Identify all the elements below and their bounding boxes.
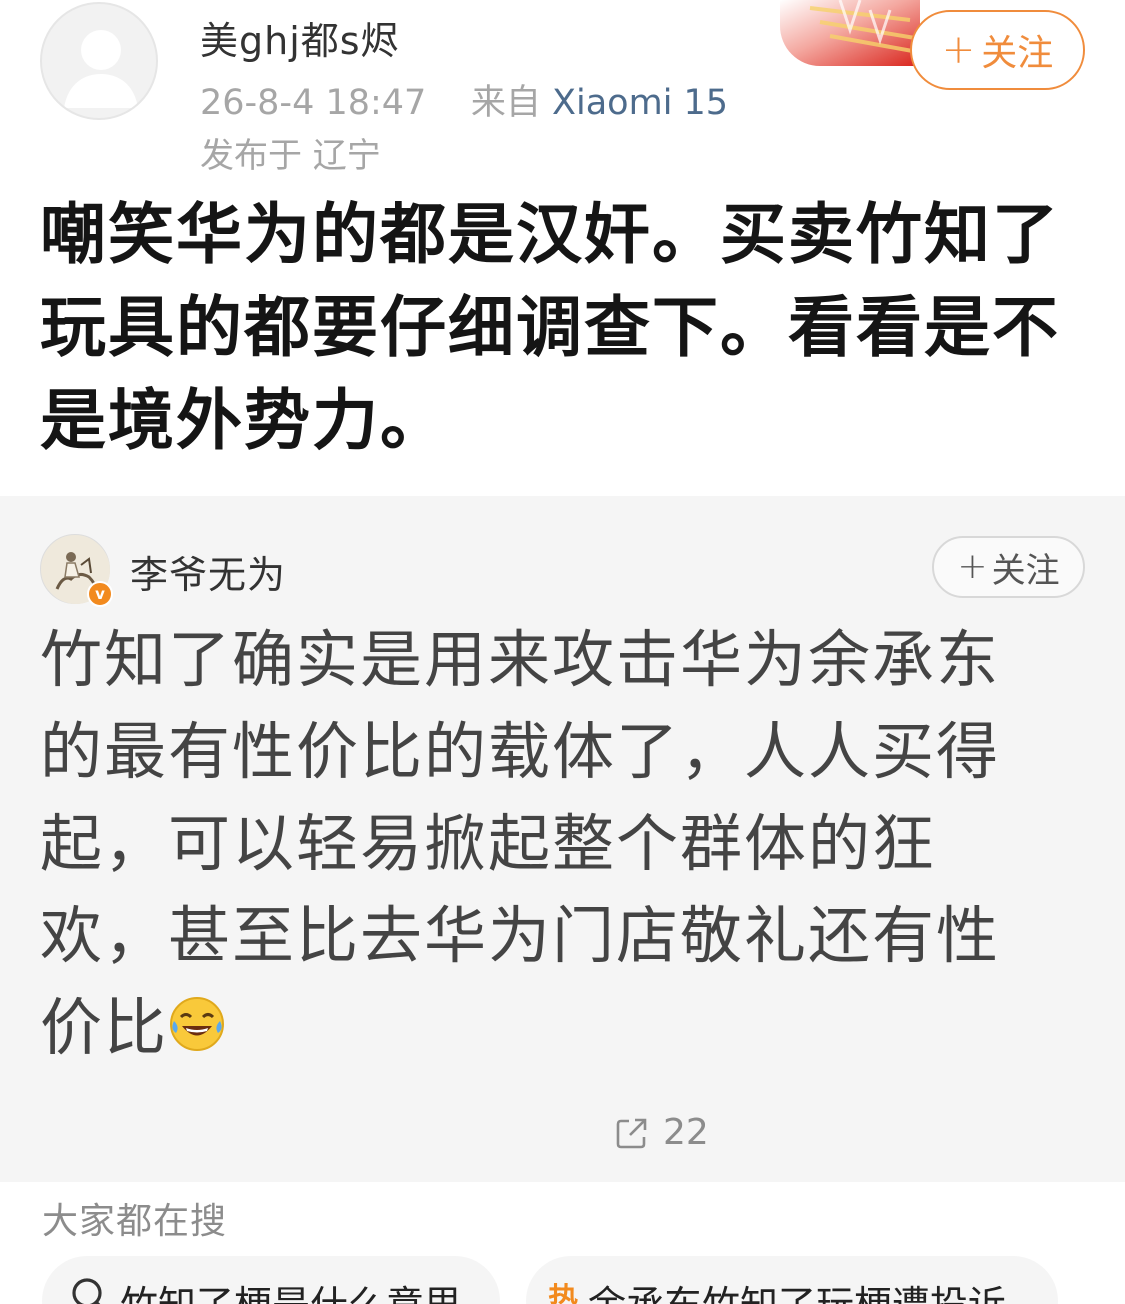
repost-text: 竹知了确实是用来攻击华为余承东的最有性价比的载体了，人人买得起，可以轻易掀起整个… [40,614,1040,1074]
hot-icon: 热 [548,1282,578,1304]
repost-follow-label: 关注 [991,550,1060,591]
default-avatar-icon [64,30,138,108]
plus-icon: + [957,546,988,587]
share-icon [616,1118,647,1148]
device-name[interactable]: Xiaomi 15 [552,83,728,123]
verified-badge-icon: v [87,581,113,607]
repost-follow-button[interactable]: + 关注 [932,536,1085,598]
author-name[interactable]: 美ghj都s烬 [200,10,400,65]
trending-search-item[interactable]: 竹知了梗是什么意思 [42,1256,500,1304]
source-prefix: 来自 [470,83,541,123]
trending-search-label: 余承东竹知了玩梗遭投诉 [588,1274,1006,1304]
follow-button[interactable]: + 关注 [910,10,1085,90]
author-avatar[interactable] [40,2,158,120]
search-icon [72,1278,102,1304]
share-action[interactable]: 22 [615,1112,709,1153]
laughing-tears-emoji-icon [170,997,225,1051]
post-meta: 26-8-4 18:47 来自 Xiaomi 15 [200,74,728,125]
repost-author-name[interactable]: 李爷无为 [130,544,286,599]
follow-label: 关注 [981,33,1054,74]
share-count: 22 [663,1112,709,1153]
post-header: 美ghj都s烬 26-8-4 18:47 来自 Xiaomi 15 发布于 辽宁… [0,0,1125,180]
post-location: 发布于 辽宁 [200,136,381,176]
repost-author-avatar[interactable]: v [40,534,113,607]
trending-searches-title: 大家都在搜 [42,1201,228,1242]
post-text: 嘲笑华为的都是汉奸。买卖竹知了玩具的都要仔细调查下。看看是不是境外势力。 [40,196,1060,459]
plus-icon: + [941,27,976,73]
trending-search-label: 竹知了梗是什么意思 [120,1274,462,1304]
decorative-banner [780,0,920,66]
trending-search-item[interactable]: 热 余承东竹知了玩梗遭投诉 [526,1256,1058,1304]
reposted-card[interactable]: v 李爷无为 + 关注 竹知了确实是用来攻击华为余承东的最有性价比的载体了，人人… [0,496,1125,1182]
post-timestamp: 26-8-4 18:47 [200,83,427,123]
